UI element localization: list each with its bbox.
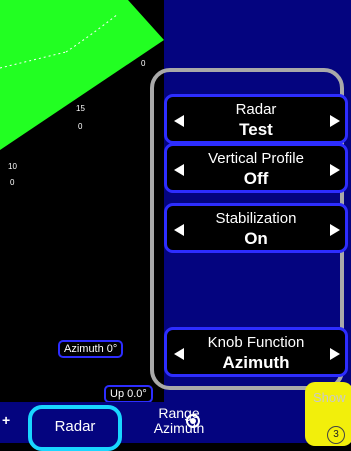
arrow-right-icon[interactable]	[330, 164, 340, 176]
stabilization-value: On	[244, 229, 268, 248]
range-label: Range	[158, 405, 200, 421]
knob-function-value: Azimuth	[222, 353, 290, 372]
radio-icon[interactable]	[186, 414, 200, 428]
range-ring-label: 10	[8, 162, 17, 171]
knob-function-label: Knob Function	[207, 334, 305, 351]
range-azimuth-button[interactable]: Range Azimuth	[144, 406, 214, 436]
knob-function-control[interactable]: Knob Function Azimuth	[164, 327, 348, 377]
range-ring-label: 0	[141, 59, 146, 68]
radar-tab[interactable]: Radar	[28, 405, 122, 451]
plus-icon[interactable]: +	[2, 412, 10, 428]
range-ring-label: 15	[76, 104, 85, 113]
radar-mode-control[interactable]: Radar Test	[164, 94, 348, 144]
arrow-right-icon[interactable]	[330, 115, 340, 127]
show-label: Show	[313, 390, 346, 405]
azimuth-readout: Azimuth 0°	[58, 340, 124, 358]
azimuth-label: Azimuth	[153, 420, 205, 436]
vertical-profile-control[interactable]: Vertical Profile Off	[164, 143, 348, 193]
show-button[interactable]: Show 3	[305, 382, 351, 446]
vertical-profile-value: Off	[243, 169, 269, 188]
up-readout: Up 0.0°	[104, 385, 153, 403]
stabilization-control[interactable]: Stabilization On	[164, 203, 348, 253]
radar-mode-value: Test	[239, 120, 273, 139]
range-ring-label: 0	[78, 122, 83, 131]
vertical-profile-label: Vertical Profile	[208, 150, 304, 167]
stabilization-label: Stabilization	[215, 210, 297, 227]
arrow-right-icon[interactable]	[330, 348, 340, 360]
range-ring-label: 0	[10, 178, 15, 187]
arrow-right-icon[interactable]	[330, 224, 340, 236]
show-count-badge: 3	[327, 426, 345, 444]
radar-mode-label: Radar	[235, 101, 277, 118]
